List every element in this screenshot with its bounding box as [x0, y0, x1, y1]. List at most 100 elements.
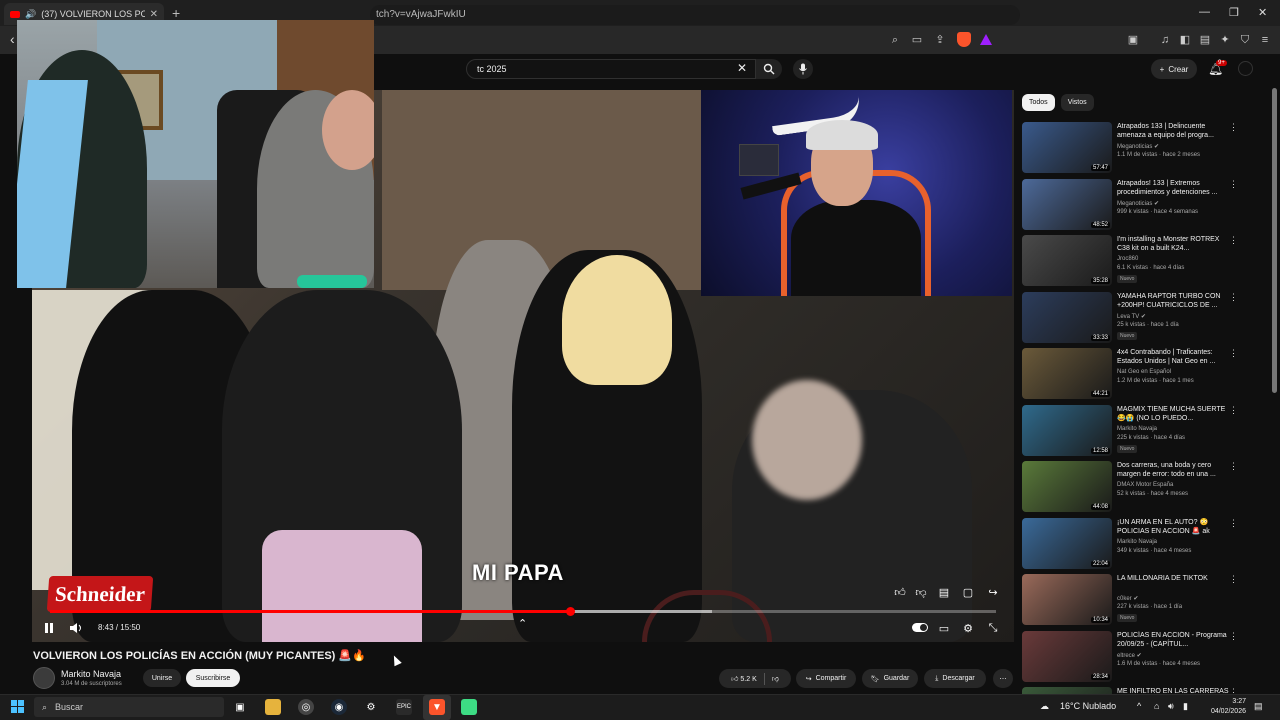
more-vertical-icon[interactable]: ⋮ [1229, 179, 1238, 190]
close-window-button[interactable]: ✕ [1258, 6, 1267, 19]
more-vertical-icon[interactable]: ⋮ [1229, 235, 1238, 246]
tray-chevron-icon[interactable]: ^ [1137, 701, 1141, 711]
media-icon[interactable]: ♫ [1159, 34, 1171, 46]
wallet-icon[interactable]: ▤ [1199, 34, 1211, 46]
recommended-video[interactable]: 44:21 4x4 Contrabando | Traficantes: Esta… [1022, 348, 1252, 402]
recommended-channel[interactable]: Markito Navaja [1117, 426, 1157, 432]
subtitles-button[interactable]: ▭ [937, 620, 951, 636]
file-explorer-icon[interactable] [265, 699, 281, 715]
share-page-icon[interactable]: ⇪ [934, 34, 946, 46]
taskbar-clock[interactable]: 3:27 04/02/2026 [1200, 697, 1246, 717]
recommended-channel[interactable]: Meganoticias ✔ [1117, 200, 1159, 207]
chat-overlay-icon[interactable]: ▢ [961, 586, 975, 600]
recommended-channel[interactable]: Leva TV ✔ [1117, 313, 1146, 320]
steam-icon[interactable]: ◉ [331, 699, 347, 715]
recommended-channel[interactable]: Meganoticias ✔ [1117, 143, 1159, 150]
more-vertical-icon[interactable]: ⋮ [1229, 292, 1238, 303]
save-button[interactable]: 🔖︎ Guardar [862, 669, 918, 688]
video-thumbnail[interactable]: 10:34 [1022, 574, 1112, 625]
video-thumbnail[interactable]: 35:28 [1022, 235, 1112, 286]
video-thumbnail[interactable]: 44:21 [1022, 348, 1112, 399]
taskbar-search[interactable]: ⌕ Buscar [34, 697, 224, 717]
recommended-video[interactable]: 35:28 I'm installing a Monster ROTREX C38… [1022, 235, 1252, 289]
more-vertical-icon[interactable]: ⋮ [1229, 461, 1238, 472]
join-button[interactable]: Unirse [143, 669, 181, 687]
recommended-video[interactable]: 57:47 Atrapados 133 | Delincuente amenaza… [1022, 122, 1252, 176]
recommended-channel[interactable]: Jroc860 [1117, 256, 1138, 262]
recommended-video[interactable]: 28:34 POLICÍAS EN ACCIÓN - Programa 20/09… [1022, 630, 1252, 685]
video-thumbnail[interactable]: 48:52 [1022, 178, 1112, 230]
progress-bar[interactable] [50, 607, 996, 616]
new-tab-button[interactable]: + [172, 5, 180, 21]
windows-start-button[interactable] [11, 700, 24, 713]
recommended-channel[interactable]: DMAX Motor España [1117, 482, 1173, 488]
more-vertical-icon[interactable]: ⋮ [1229, 631, 1238, 642]
pause-button[interactable] [42, 620, 56, 636]
channel-name[interactable]: Markito Navaja [61, 669, 121, 679]
recommended-video-title[interactable]: ¡UN ARMA EN EL AUTO? 😳 POLICIAS EN ACCIO… [1117, 518, 1229, 536]
page-scrollbar[interactable] [1272, 88, 1277, 393]
recommended-video[interactable]: 22:04 ¡UN ARMA EN EL AUTO? 😳 POLICIAS EN … [1022, 517, 1252, 572]
epic-games-icon[interactable]: EPIC [396, 699, 412, 715]
url-field[interactable]: tch?v=vAjwaJFwkIU [370, 5, 1020, 25]
recommended-video-title[interactable]: Atrapados! 133 | Extremos procedimientos… [1117, 179, 1229, 197]
search-button[interactable] [756, 59, 782, 79]
brave-rewards-icon[interactable] [980, 34, 992, 45]
autoplay-toggle[interactable] [912, 623, 928, 632]
volume-button[interactable] [68, 620, 84, 636]
cast-icon[interactable]: ▭ [911, 34, 923, 46]
restore-button[interactable]: ❐ [1229, 6, 1239, 19]
download-button[interactable]: ⤓ Descargar [924, 669, 986, 688]
recommended-video-title[interactable]: Atrapados 133 | Delincuente amenaza a eq… [1117, 122, 1229, 140]
recommended-video-title[interactable]: YAMAHA RAPTOR TURBO CON +200HP! CUATRICI… [1117, 292, 1229, 310]
sound-icon[interactable]: 🔊︎ [1168, 701, 1174, 712]
clear-search-icon[interactable]: ✕ [737, 61, 747, 75]
chip-todos[interactable]: Todos [1022, 94, 1055, 111]
brave-browser-icon[interactable]: ▼ [429, 699, 445, 715]
exit-fullscreen-button[interactable]: ⤡ [986, 620, 1000, 636]
more-vertical-icon[interactable]: ⋮ [1229, 518, 1238, 529]
recommended-video[interactable]: 44:08 Dos carreras, una boda y cero marge… [1022, 461, 1252, 515]
network-icon[interactable]: ⌂ [1154, 701, 1159, 711]
video-thumbnail[interactable]: 44:08 [1022, 461, 1112, 512]
recommended-video-title[interactable]: 4x4 Contrabando | Traficantes: Estados U… [1117, 348, 1229, 366]
account-avatar[interactable] [1238, 61, 1253, 76]
weather-icon[interactable]: ☁ [1040, 701, 1049, 712]
search-input[interactable]: tc 2025 [466, 59, 756, 79]
recommended-video[interactable]: 48:52 Atrapados! 133 | Extremos procedimi… [1022, 178, 1252, 233]
minimize-button[interactable]: — [1199, 6, 1210, 18]
more-vertical-icon[interactable]: ⋮ [1229, 574, 1238, 585]
recommended-channel[interactable]: Markito Navaja [1117, 539, 1157, 545]
chevron-up-icon[interactable]: ⌃ [518, 617, 527, 630]
weather-text[interactable]: 16°C Nublado [1060, 701, 1116, 711]
settings-icon[interactable]: ⚙ [363, 699, 379, 715]
channel-avatar[interactable] [33, 667, 55, 689]
recommended-video-title[interactable]: MAGMIX TIENE MUCHA SUERTE 😂😭 (NO LO PUED… [1117, 405, 1229, 423]
recommended-channel[interactable]: eltrece ✔ [1117, 652, 1142, 659]
subscribe-button[interactable]: Suscribirse [186, 669, 240, 687]
close-tab-icon[interactable]: ✕ [150, 9, 158, 20]
chip-vistos[interactable]: Vistos [1060, 94, 1094, 111]
audio-playing-icon[interactable]: 🔊 [25, 9, 36, 20]
dislike-button[interactable]: 👎︎ [772, 674, 779, 683]
recommended-video[interactable]: 33:33 YAMAHA RAPTOR TURBO CON +200HP! CUA… [1022, 291, 1252, 346]
task-view-icon[interactable]: ▣ [232, 699, 248, 715]
notifications-icon[interactable]: ▤ [1254, 701, 1263, 712]
video-thumbnail[interactable]: 28:34 [1022, 630, 1112, 682]
recommended-video[interactable]: 12:58 MAGMIX TIENE MUCHA SUERTE 😂😭 (NO LO… [1022, 404, 1252, 459]
chrome-icon[interactable]: ◎ [298, 699, 314, 715]
more-vertical-icon[interactable]: ⋮ [1229, 405, 1238, 416]
recommended-video-title[interactable]: Dos carreras, una boda y cero margen de … [1117, 461, 1229, 479]
more-actions-button[interactable]: ⋯ [993, 669, 1013, 688]
like-button[interactable]: 👍︎ 5.2 K [731, 674, 757, 683]
recommended-video[interactable]: 10:34 LA MILLONARIA DE TIKTOK c0ker ✔ 227 k… [1022, 574, 1252, 628]
sidebar-toggle-icon[interactable]: ◧ [1179, 34, 1191, 46]
video-thumbnail[interactable]: 12:58 [1022, 404, 1112, 456]
more-vertical-icon[interactable]: ⋮ [1229, 348, 1238, 359]
recommended-channel[interactable]: c0ker ✔ [1117, 595, 1138, 602]
dislike-overlay-icon[interactable]: 👎︎ [914, 586, 928, 600]
sidebar-panel-icon[interactable]: ▣ [1127, 34, 1139, 46]
share-overlay-icon[interactable]: ↪ [986, 586, 1000, 600]
comments-overlay-icon[interactable]: ▤ [937, 586, 951, 600]
create-button[interactable]: + Crear [1151, 59, 1197, 79]
